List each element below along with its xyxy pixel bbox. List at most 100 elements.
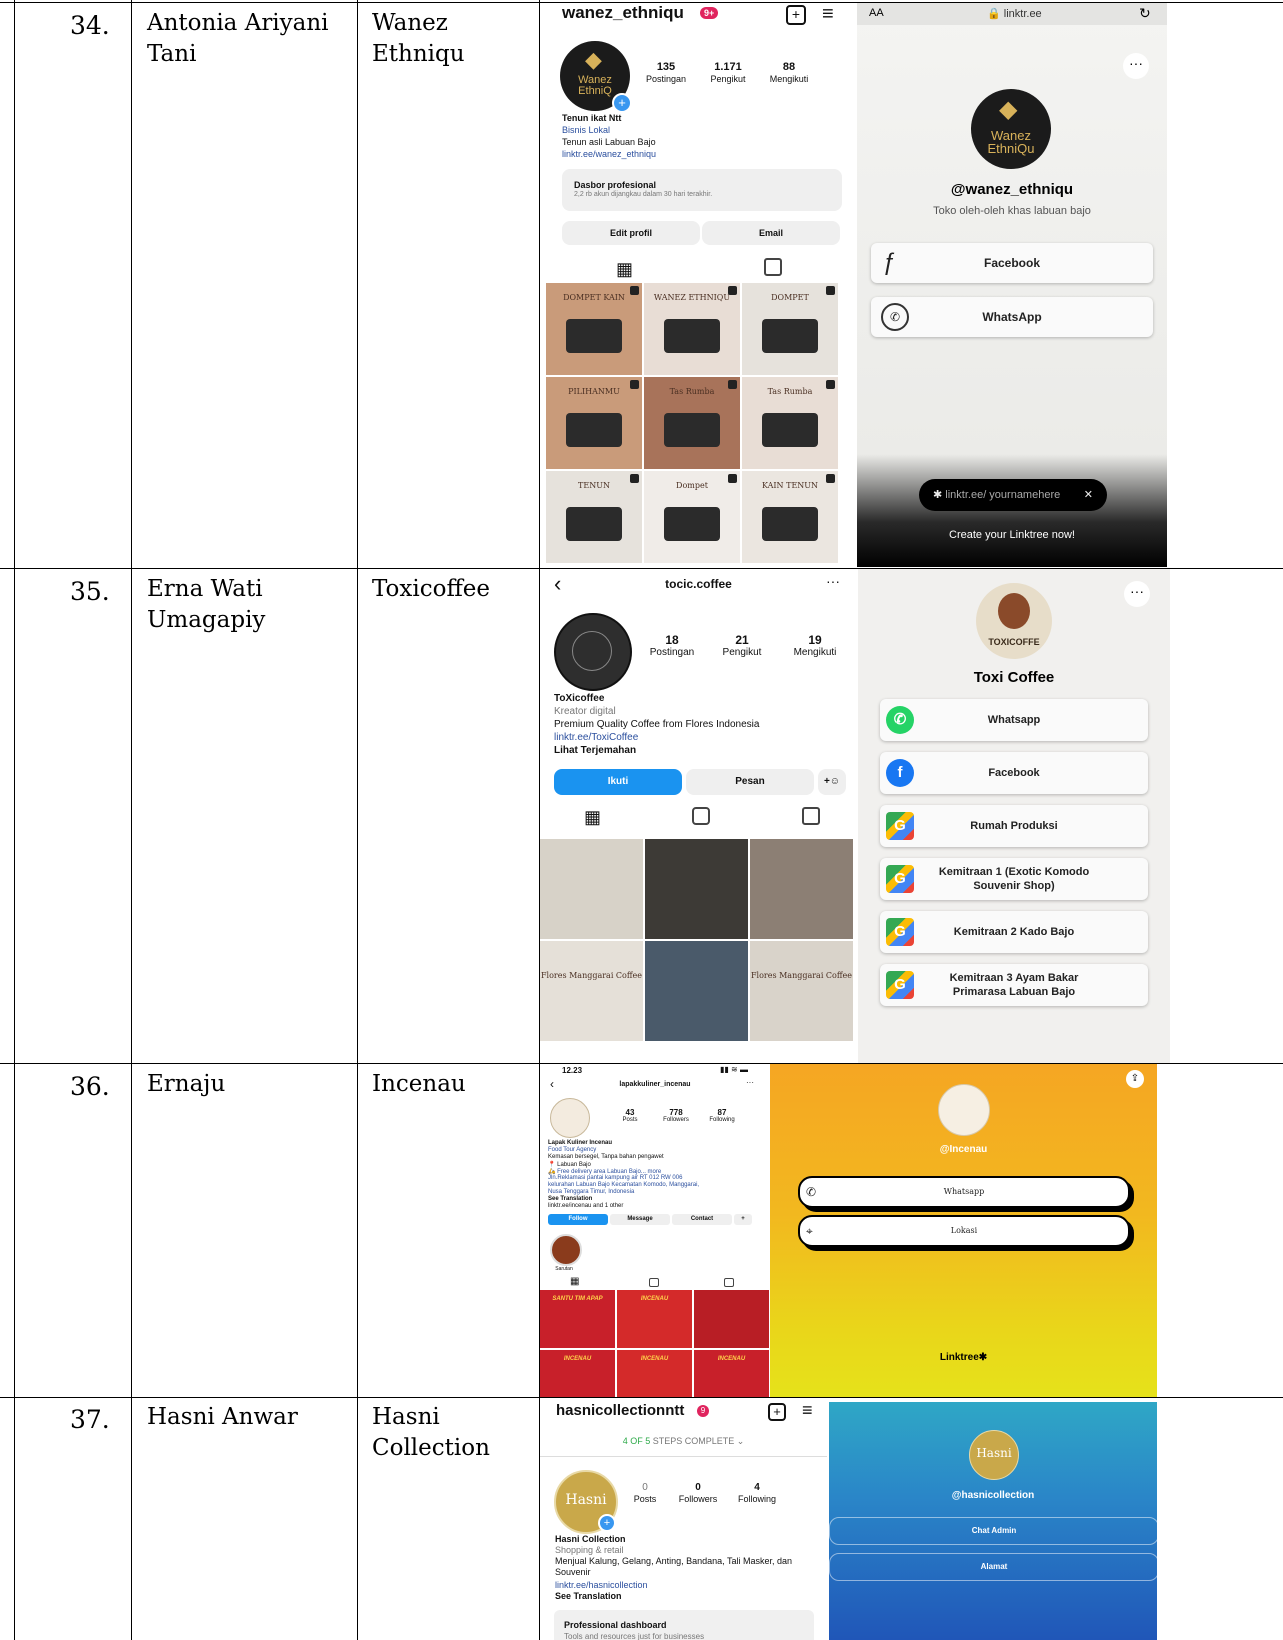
create-linktree-cta[interactable]: Create your Linktree now! (857, 529, 1167, 541)
edit-profile-button[interactable]: Edit profil (562, 221, 700, 245)
following-count[interactable]: 4 (726, 1482, 788, 1493)
post-thumbnail[interactable]: INCENAU (617, 1350, 692, 1397)
post-thumbnail[interactable]: TENUN (546, 471, 642, 563)
link-button-alamat[interactable]: Alamat (829, 1553, 1157, 1581)
follow-button[interactable]: Ikuti (554, 769, 682, 795)
follow-button[interactable]: Follow (548, 1214, 608, 1225)
reels-tab-icon[interactable] (649, 1278, 659, 1287)
link-button[interactable]: Facebook f (880, 752, 1148, 794)
post-thumbnail[interactable] (750, 839, 853, 939)
google-maps-icon: G (886, 918, 914, 946)
more-options-icon[interactable]: ··· (826, 573, 840, 589)
followers-count[interactable]: 778 (654, 1108, 698, 1117)
following-count[interactable]: 88 (754, 61, 824, 73)
see-translation-link[interactable]: See Translation (548, 1196, 592, 1202)
post-thumbnail[interactable]: DOMPET KAIN (546, 283, 642, 375)
setup-steps[interactable]: 4 OF 5 STEPS COMPLETE ⌄ (540, 1436, 827, 1447)
linktree-screenshot: ··· TOXICOFFE Toxi Coffee Whatsapp ✆ Faceb… (858, 569, 1170, 1063)
bio-link[interactable]: linktr.ee/incenau and 1 other (548, 1203, 623, 1209)
bio-link[interactable]: linktr.ee/ToxiCoffee (554, 732, 638, 743)
post-thumbnail[interactable]: Flores Manggarai Coffee (750, 941, 853, 1041)
link-button-lokasi[interactable]: ⌖ Lokasi (798, 1215, 1130, 1247)
link-label: WhatsApp (982, 310, 1042, 324)
contact-button[interactable]: Contact (672, 1214, 732, 1225)
professional-dashboard[interactable]: Dasbor profesional 2,2 rb akun dijangkau… (562, 169, 842, 211)
professional-dashboard[interactable]: Professional dashboard Tools and resourc… (554, 1610, 814, 1640)
close-icon[interactable]: ✕ (1084, 479, 1093, 511)
link-button-facebook[interactable]: ƒ Facebook (871, 243, 1153, 283)
followers-count[interactable]: 0 (668, 1482, 728, 1493)
post-thumbnail[interactable] (645, 941, 748, 1041)
post-thumbnail[interactable]: INCENAU (694, 1350, 769, 1397)
link-button[interactable]: Whatsapp ✆ (880, 699, 1148, 741)
link-button-chat-admin[interactable]: Chat Admin (829, 1517, 1157, 1545)
add-post-icon[interactable]: + (768, 1403, 786, 1421)
post-thumbnail[interactable]: KAIN TENUN (742, 471, 838, 563)
post-thumbnail[interactable]: PILIHANMU (546, 377, 642, 469)
link-button[interactable]: Kemitraan 3 Ayam Bakar Primarasa Labuan … (880, 964, 1148, 1006)
bio-link[interactable]: linktr.ee/wanez_ethniqu (562, 149, 656, 159)
post-thumbnail[interactable]: SANTU TIM APAP (540, 1290, 615, 1348)
text-size-button[interactable]: AA (869, 7, 884, 19)
grid-tab-icon[interactable]: ▦ (616, 259, 633, 280)
post-thumbnail[interactable] (694, 1290, 769, 1348)
see-translation-link[interactable]: See Translation (555, 1591, 622, 1601)
link-button[interactable]: Kemitraan 2 Kado Bajo G (880, 911, 1148, 953)
post-thumbnail[interactable]: Tas Rumba (644, 377, 740, 469)
linktree-screenshot: AA 🔒 linktr.ee ↻ ··· ◆ Wanez EthniQu @wa… (857, 3, 1167, 567)
carousel-icon (630, 380, 639, 389)
link-button-whatsapp[interactable]: ✆ WhatsApp (871, 297, 1153, 337)
tagged-tab-icon[interactable] (802, 807, 820, 825)
tagged-tab-icon[interactable] (764, 258, 782, 276)
post-thumbnail[interactable]: Flores Manggarai Coffee (540, 941, 643, 1041)
divider (540, 1456, 827, 1457)
ig-username: lapakkuliner_incenau (619, 1081, 691, 1088)
message-button[interactable]: Message (610, 1214, 670, 1225)
post-thumbnail[interactable]: DOMPET (742, 283, 838, 375)
bio-text: Tenun asli Labuan Bajo (562, 137, 656, 147)
grid-tab-icon[interactable]: ▦ (570, 1276, 579, 1287)
tagged-tab-icon[interactable] (724, 1278, 734, 1287)
linktree-footer-logo[interactable]: Linktree✱ (770, 1352, 1157, 1363)
link-button[interactable]: Kemitraan 1 (Exotic Komodo Souvenir Shop… (880, 858, 1148, 900)
link-button-whatsapp[interactable]: ✆ Whatsapp (798, 1176, 1130, 1208)
steps-text: STEPS COMPLETE (652, 1436, 735, 1446)
following-count[interactable]: 87 (700, 1108, 744, 1117)
post-thumbnail[interactable]: INCENAU (617, 1290, 692, 1348)
add-story-icon[interactable]: + (598, 1514, 616, 1532)
grid-tab-icon[interactable]: ▦ (584, 807, 601, 828)
add-post-icon[interactable]: + (786, 5, 806, 25)
bio-link[interactable]: linktr.ee/hasnicollection (555, 1580, 648, 1590)
following-count[interactable]: 19 (780, 633, 850, 647)
followers-count[interactable]: 21 (710, 633, 774, 647)
message-button[interactable]: Pesan (686, 769, 814, 795)
post-thumbnail[interactable] (645, 839, 748, 939)
menu-icon[interactable]: ≡ (802, 1400, 813, 1421)
email-button[interactable]: Email (702, 221, 840, 245)
add-user-button[interactable]: + (734, 1214, 752, 1225)
address-text[interactable]: 🔒 linktr.ee (987, 7, 1042, 20)
google-maps-icon: G (886, 812, 914, 840)
more-options-icon[interactable]: ··· (746, 1078, 754, 1087)
browser-address-bar[interactable]: AA 🔒 linktr.ee ↻ (857, 3, 1167, 25)
linktree-promo-pill[interactable]: ✱ linktr.ee/ yournamehere ✕ (919, 479, 1107, 511)
reload-icon[interactable]: ↻ (1139, 5, 1151, 22)
post-thumbnail[interactable]: INCENAU (540, 1350, 615, 1397)
followers-count[interactable]: 1.171 (698, 61, 758, 73)
add-story-icon[interactable]: + (612, 93, 632, 113)
more-options-icon[interactable]: ··· (1123, 53, 1149, 79)
post-thumbnail[interactable]: Tas Rumba (742, 377, 838, 469)
add-user-button[interactable]: +☺ (818, 769, 846, 795)
menu-icon[interactable]: ≡ (822, 3, 834, 26)
bio-name: ToXicoffee (554, 693, 605, 704)
bio-name: Lapak Kuliner Incenau (548, 1140, 613, 1146)
post-thumbnail[interactable]: Dompet (644, 471, 740, 563)
share-icon[interactable]: ⇪ (1126, 1070, 1144, 1088)
link-button[interactable]: Rumah Produksi G (880, 805, 1148, 847)
post-thumbnail[interactable]: WANEZ ETHNIQU (644, 283, 740, 375)
reels-tab-icon[interactable] (692, 807, 710, 825)
more-options-icon[interactable]: ··· (1124, 581, 1150, 607)
post-thumbnail[interactable] (540, 839, 643, 939)
story-highlight[interactable] (550, 1234, 582, 1266)
see-translation-link[interactable]: Lihat Terjemahan (554, 745, 636, 756)
